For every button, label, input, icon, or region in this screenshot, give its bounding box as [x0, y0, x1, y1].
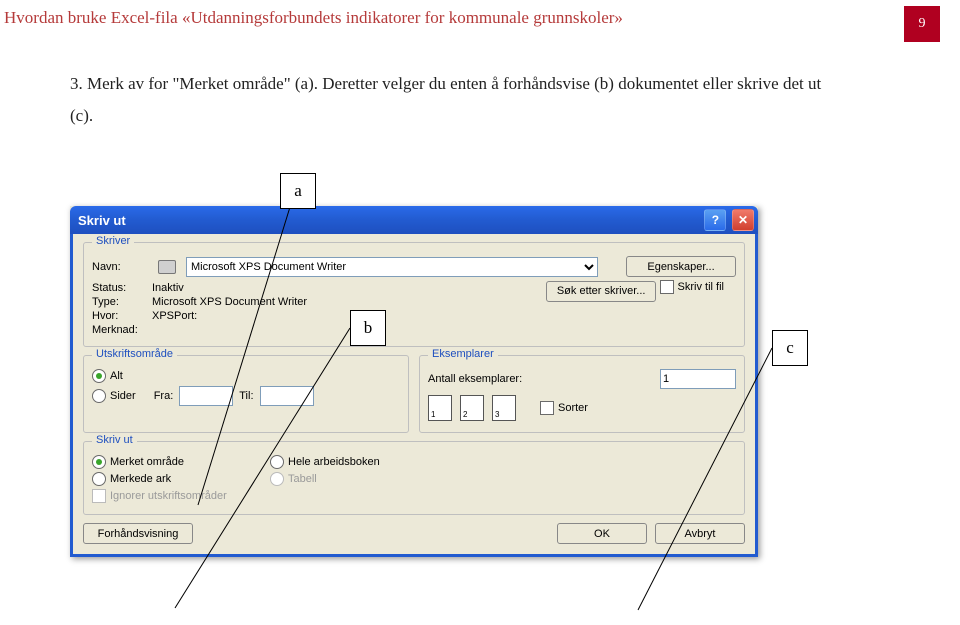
print-what-title: Skriv ut	[92, 434, 137, 446]
name-label: Navn:	[92, 261, 152, 273]
print-what-group: Skriv ut Merket område Hele arbeidsboken…	[83, 441, 745, 515]
to-input[interactable]	[260, 386, 314, 406]
close-button[interactable]: ✕	[732, 209, 754, 231]
callout-b: b	[350, 310, 386, 346]
properties-button[interactable]: Egenskaper...	[626, 256, 736, 277]
status-label: Status:	[92, 282, 152, 294]
radio-table-label: Tabell	[288, 473, 317, 485]
copies-input[interactable]	[660, 369, 736, 389]
range-group-title: Utskriftsområde	[92, 348, 177, 360]
to-label: Til:	[239, 390, 253, 402]
copies-group-title: Eksemplarer	[428, 348, 498, 360]
printer-group: Skriver Navn: Microsoft XPS Document Wri…	[83, 242, 745, 347]
page-header: Hvordan bruke Excel-fila «Utdanningsforb…	[0, 0, 960, 28]
radio-table: Tabell	[270, 472, 317, 486]
type-label: Type:	[92, 296, 152, 308]
radio-selected-sheets-label: Merkede ark	[110, 473, 171, 485]
print-to-file-check[interactable]: Skriv til fil	[660, 280, 724, 294]
copies-label: Antall eksemplarer:	[428, 373, 654, 385]
checkbox-icon	[92, 489, 106, 503]
ignore-areas-label: Ignorer utskriftsområder	[110, 490, 227, 502]
copies-group: Eksemplarer Antall eksemplarer: Sorter	[419, 355, 745, 433]
dialog-title: Skriv ut	[78, 213, 126, 228]
where-value: XPSPort:	[152, 310, 197, 322]
checkbox-icon	[540, 401, 554, 415]
status-value: Inaktiv	[152, 282, 184, 294]
radio-selected-range[interactable]: Merket område	[92, 455, 252, 469]
instruction-text: 3. Merk av for "Merket område" (a). Dere…	[70, 68, 830, 133]
help-button[interactable]: ?	[704, 209, 726, 231]
radio-workbook[interactable]: Hele arbeidsboken	[270, 455, 380, 469]
printer-icon	[158, 260, 176, 274]
collate-check[interactable]: Sorter	[540, 401, 588, 415]
collate-label: Sorter	[558, 402, 588, 414]
ok-button[interactable]: OK	[557, 523, 647, 544]
comment-label: Merknad:	[92, 324, 152, 336]
checkbox-icon	[660, 280, 674, 294]
callout-c: c	[772, 330, 808, 366]
preview-button[interactable]: Forhåndsvisning	[83, 523, 193, 544]
collate-preview-icon	[428, 395, 516, 421]
print-dialog: Skriv ut ? ✕ Skriver Navn: Microsoft XPS…	[70, 206, 758, 557]
type-value: Microsoft XPS Document Writer	[152, 296, 307, 308]
cancel-button[interactable]: Avbryt	[655, 523, 745, 544]
ignore-areas-check: Ignorer utskriftsområder	[92, 489, 227, 503]
radio-all-label: Alt	[110, 370, 123, 382]
dialog-titlebar: Skriv ut ? ✕	[70, 206, 758, 234]
range-group: Utskriftsområde Alt Sider Fra: Til:	[83, 355, 409, 433]
radio-all[interactable]: Alt	[92, 369, 123, 383]
from-label: Fra:	[154, 390, 174, 402]
printer-info: Status:Inaktiv Type:Microsoft XPS Docume…	[92, 280, 546, 338]
radio-selected-range-label: Merket område	[110, 456, 184, 468]
where-label: Hvor:	[92, 310, 152, 322]
radio-pages[interactable]: Sider	[92, 389, 136, 403]
print-to-file-label: Skriv til fil	[678, 281, 724, 293]
radio-pages-label: Sider	[110, 390, 136, 402]
radio-workbook-label: Hele arbeidsboken	[288, 456, 380, 468]
from-input[interactable]	[179, 386, 233, 406]
find-printer-button[interactable]: Søk etter skriver...	[546, 281, 657, 302]
radio-selected-sheets[interactable]: Merkede ark	[92, 472, 252, 486]
printer-group-title: Skriver	[92, 235, 134, 247]
page-number-badge: 9	[904, 6, 940, 42]
printer-select[interactable]: Microsoft XPS Document Writer	[186, 257, 598, 277]
callout-a: a	[280, 173, 316, 209]
